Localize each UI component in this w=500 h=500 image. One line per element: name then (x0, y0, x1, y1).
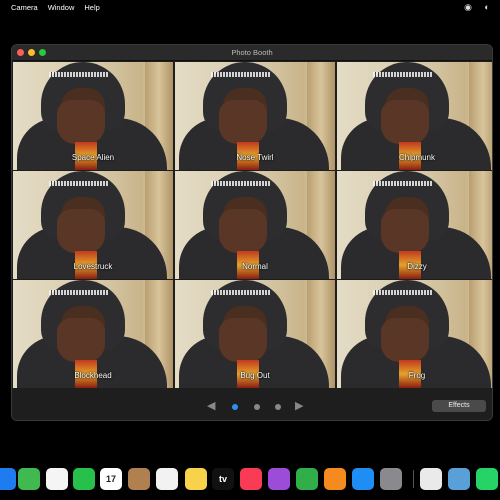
control-center-icon[interactable]: ◐ (482, 2, 492, 12)
effect-tile-lovestruck[interactable]: Lovestruck (13, 171, 173, 279)
effect-tile-dizzy[interactable]: Dizzy (337, 171, 492, 279)
menu-bar: Camera Window Help ◉ ◐ (0, 0, 500, 14)
bottom-bar: ◀ ▶ Effects (12, 389, 492, 420)
effect-tile-chipmunk[interactable]: Chipmunk (337, 62, 492, 170)
finder-icon[interactable] (0, 468, 16, 490)
page-dot-1[interactable] (232, 404, 238, 410)
facetime-icon[interactable] (73, 468, 95, 490)
menu-help[interactable]: Help (84, 3, 99, 12)
photos-icon[interactable] (46, 468, 68, 490)
dock-separator (413, 470, 414, 488)
music-icon[interactable] (240, 468, 262, 490)
apple-tv-icon[interactable]: tv (212, 468, 234, 490)
effect-label: Blockhead (74, 371, 112, 380)
pages-icon[interactable] (324, 468, 346, 490)
next-page-icon[interactable]: ▶ (295, 399, 303, 412)
effects-grid: Space Alien Nose Twirl Chipmunk Lovestru… (13, 62, 492, 388)
effect-label: Chipmunk (398, 153, 435, 162)
effect-tile-normal[interactable]: Normal (175, 171, 335, 279)
effect-label: Lovestruck (73, 262, 113, 271)
numbers-icon[interactable] (296, 468, 318, 490)
effect-tile-frog[interactable]: Frog (337, 280, 492, 388)
effects-button[interactable]: Effects (432, 400, 486, 412)
window-title: Photo Booth (231, 48, 273, 57)
effect-tile-bug-out[interactable]: Bug Out (175, 280, 335, 388)
effect-label: Dizzy (407, 262, 427, 271)
maps-icon[interactable] (18, 468, 40, 490)
effect-label: Bug Out (240, 371, 270, 380)
effect-tile-blockhead[interactable]: Blockhead (13, 280, 173, 388)
podcasts-icon[interactable] (268, 468, 290, 490)
previous-page-icon[interactable]: ◀ (207, 399, 215, 412)
effect-label: Frog (408, 371, 426, 380)
photo-booth-window: Photo Booth Space Alien Nose Twirl Chipm… (11, 44, 493, 421)
system-settings-icon[interactable] (380, 468, 402, 490)
whatsapp-icon[interactable] (476, 468, 498, 490)
chrome-icon[interactable] (420, 468, 442, 490)
effect-label: Normal (242, 262, 268, 271)
effect-label: Nose Twirl (236, 153, 274, 162)
page-dot-2[interactable] (254, 404, 260, 410)
contacts-icon[interactable] (128, 468, 150, 490)
effect-label: Space Alien (71, 153, 115, 162)
calendar-icon[interactable]: 17 (100, 468, 122, 490)
app-store-icon[interactable] (352, 468, 374, 490)
menu-camera[interactable]: Camera (11, 3, 38, 12)
title-bar[interactable]: Photo Booth (12, 45, 492, 61)
preview-icon[interactable] (448, 468, 470, 490)
effect-tile-space-alien[interactable]: Space Alien (13, 62, 173, 170)
reminders-icon[interactable] (156, 468, 178, 490)
notes-icon[interactable] (185, 468, 207, 490)
record-icon[interactable]: ◉ (463, 2, 473, 12)
page-dot-3[interactable] (275, 404, 281, 410)
effect-tile-nose-twirl[interactable]: Nose Twirl (175, 62, 335, 170)
menu-window[interactable]: Window (48, 3, 75, 12)
